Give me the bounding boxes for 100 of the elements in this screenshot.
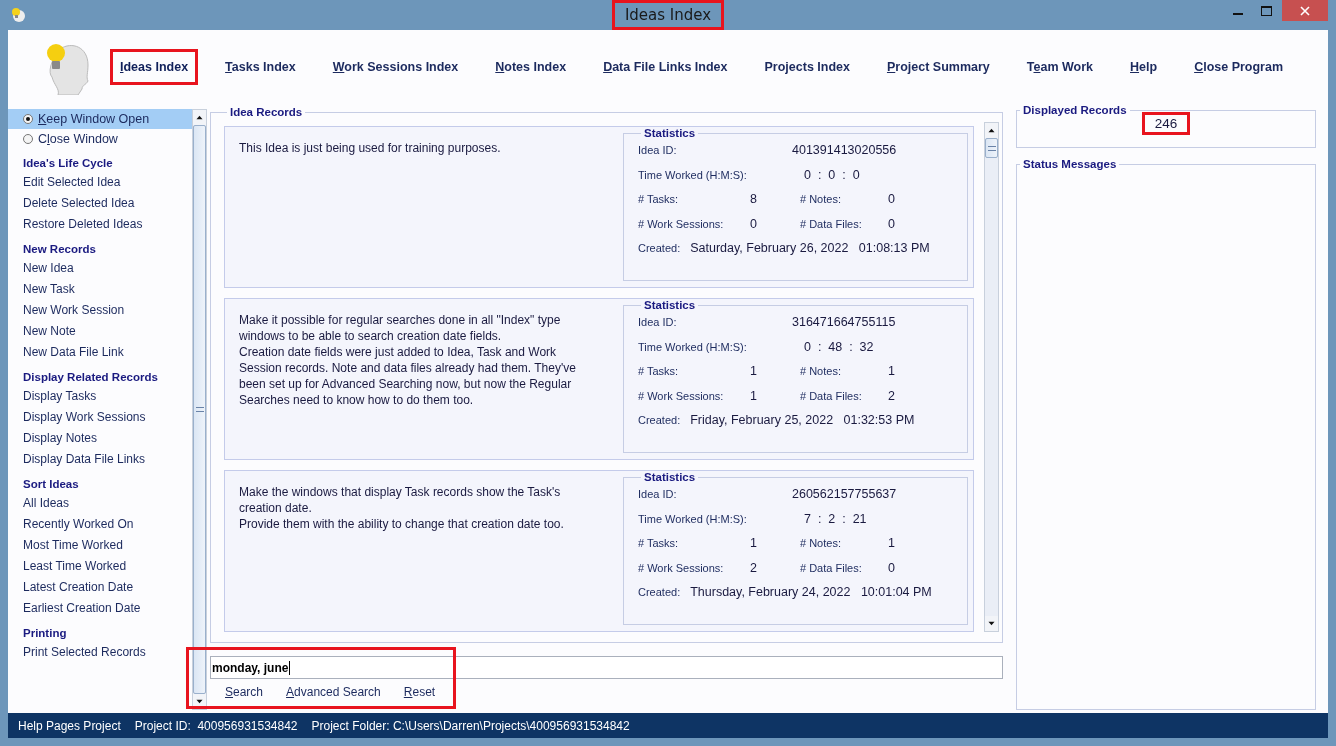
field-label: Created:	[638, 586, 681, 598]
field-value: 0	[750, 216, 758, 231]
field-value: 2	[750, 560, 758, 575]
field-value: 1	[750, 536, 758, 550]
idea-description: Make the windows that display Task records show the Task's creation date.	[239, 484, 562, 516]
window-title: Ideas Index	[611, 0, 725, 30]
field-label: # Data Files:	[800, 561, 863, 574]
panel-title: Statistics	[643, 127, 697, 139]
sidebar-link[interactable]: Delete Selected Idea	[8, 193, 192, 214]
sidebar-link[interactable]: New Work Session	[8, 300, 192, 321]
panel-title: Status Messages	[1022, 158, 1118, 170]
panel-title: Statistics	[643, 299, 697, 311]
field-label: # Tasks:	[638, 537, 680, 549]
panel-title: Displayed Records	[1022, 104, 1128, 116]
panel-title: Statistics	[643, 471, 697, 483]
field-value: 0	[888, 192, 895, 206]
field-value: 1	[750, 364, 758, 378]
sidebar-link[interactable]: Display Data File Links	[8, 449, 192, 470]
sidebar-link[interactable]: New Note	[8, 321, 192, 342]
field-label: # Notes:	[800, 537, 842, 549]
field-label: # Tasks:	[638, 365, 680, 377]
idea-id: 401391413020556	[792, 143, 897, 157]
status-text: Help Pages Project	[18, 718, 121, 733]
field-value: 8	[750, 192, 758, 206]
section-heading: Sort Ideas	[22, 477, 80, 492]
nav-link[interactable]: Work Sessions Index	[322, 49, 469, 85]
sidebar-link[interactable]: Restore Deleted Ideas	[8, 214, 192, 235]
field-label: Time Worked (H:M:S):	[638, 340, 748, 353]
search-button[interactable]: Reset	[396, 682, 443, 702]
field-value: 2	[888, 388, 895, 403]
section-heading: Printing	[22, 626, 68, 641]
field-label: # Work Sessions:	[638, 561, 725, 574]
search-button[interactable]: Advanced Search	[279, 682, 388, 702]
sidebar-link[interactable]: Edit Selected Idea	[8, 172, 192, 193]
time-worked: 0 : 48 : 32	[803, 339, 874, 354]
nav-link[interactable]: Ideas Index	[110, 49, 199, 85]
created-date: Saturday, February 26, 2022 01:08:13 PM	[690, 241, 930, 255]
field-label: # Data Files:	[800, 217, 863, 230]
nav-link[interactable]: Notes Index	[485, 49, 577, 85]
scroll-up-icon[interactable]	[985, 123, 998, 138]
field-label: # Work Sessions:	[638, 389, 725, 402]
field-value: 0	[888, 216, 895, 231]
sidebar-link[interactable]: Earliest Creation Date	[8, 598, 192, 619]
record-count: 246	[1141, 112, 1191, 135]
lightbulb-icon	[10, 7, 26, 23]
sidebar-link[interactable]: New Data File Link	[8, 342, 192, 363]
field-value: 1	[888, 536, 895, 550]
radio-option[interactable]: Close Window	[8, 129, 192, 149]
sidebar-link[interactable]: Least Time Worked	[8, 556, 192, 577]
nav-link[interactable]: Close Program	[1184, 49, 1294, 85]
field-label: Idea ID:	[638, 144, 678, 156]
field-label: # Notes:	[800, 193, 842, 205]
sidebar-link[interactable]: Display Tasks	[8, 386, 192, 407]
section-heading: New Records	[22, 242, 97, 257]
nav-link[interactable]: Project Summary	[876, 49, 1000, 85]
nav-link[interactable]: Tasks Index	[215, 49, 306, 85]
sidebar-link[interactable]: All Ideas	[8, 493, 192, 514]
sidebar-link[interactable]: New Task	[8, 279, 192, 300]
scrollbar[interactable]	[192, 109, 207, 710]
nav-link[interactable]: Help	[1120, 49, 1168, 85]
minimize-icon	[1232, 13, 1243, 15]
field-value: 0	[888, 560, 895, 575]
idea-description: Creation date fields were just added to Idea, Task and Work Session records. Note and data files already had them. They've been set up for Advanced Searching now, but now the Regular Searches need to know how to do them too.	[239, 344, 577, 408]
scrollbar[interactable]	[984, 122, 999, 632]
field-label: Idea ID:	[638, 488, 678, 500]
nav-link[interactable]: Projects Index	[754, 49, 860, 85]
sidebar-link[interactable]: New Idea	[8, 258, 192, 279]
field-label: Created:	[638, 242, 681, 254]
idea-description: This Idea is just being used for training purposes.	[239, 140, 502, 156]
field-label: # Work Sessions:	[638, 217, 725, 230]
sidebar-link[interactable]: Display Work Sessions	[8, 407, 192, 428]
search-button[interactable]: Search	[218, 682, 271, 702]
sidebar-link[interactable]: Most Time Worked	[8, 535, 192, 556]
idea-description: Make it possible for regular searches done in all "Index" type windows to be able to search creation date fields.	[239, 312, 562, 344]
field-label: Time Worked (H:M:S):	[638, 168, 748, 181]
idea-card[interactable]	[224, 298, 974, 460]
field-label: # Notes:	[800, 365, 842, 377]
idea-card[interactable]	[224, 470, 974, 632]
idea-card[interactable]	[224, 126, 974, 288]
field-label: Idea ID:	[638, 316, 678, 328]
scroll-down-icon[interactable]	[985, 616, 998, 631]
search-field[interactable]: monday, june	[210, 656, 1003, 679]
status-text: Project ID: 400956931534842	[134, 718, 298, 733]
nav-link[interactable]: Team Work	[1016, 49, 1104, 85]
field-label: Created:	[638, 414, 681, 426]
time-worked: 7 : 2 : 21	[803, 511, 867, 526]
idea-description: Provide them with the ability to change that creation date too.	[239, 516, 565, 532]
time-worked: 0 : 0 : 0	[803, 167, 860, 182]
scroll-up-icon[interactable]	[193, 110, 206, 125]
sidebar-link[interactable]: Print Selected Records	[8, 642, 192, 663]
field-label: # Tasks:	[638, 193, 680, 205]
panel-title: Idea Records	[229, 106, 304, 118]
radio-option[interactable]: Keep Window Open	[8, 109, 192, 129]
nav-link[interactable]: Data File Links Index	[593, 49, 738, 85]
section-heading: Idea's Life Cycle	[22, 156, 114, 171]
sidebar-link[interactable]: Latest Creation Date	[8, 577, 192, 598]
close-icon	[1300, 5, 1310, 16]
sidebar-link[interactable]: Recently Worked On	[8, 514, 192, 535]
sidebar-link[interactable]: Display Notes	[8, 428, 192, 449]
idea-id: 316471664755115	[792, 315, 896, 329]
